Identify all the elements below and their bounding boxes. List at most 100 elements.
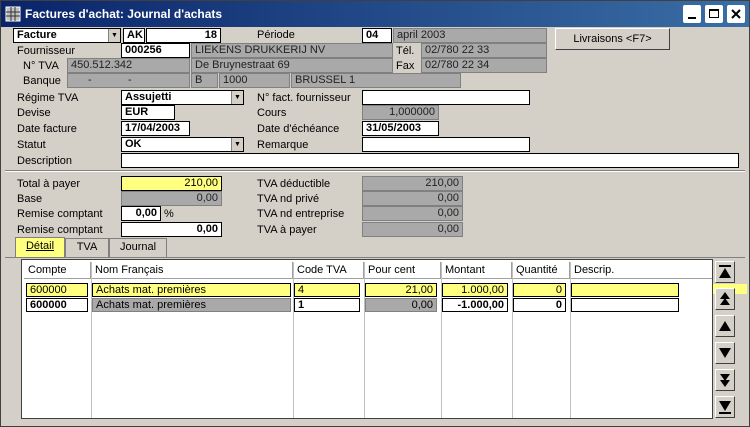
app-grid-icon bbox=[5, 6, 21, 22]
cell-compte[interactable]: 600000 bbox=[26, 298, 88, 312]
postcode-field: 1000 bbox=[219, 73, 290, 88]
cell-code-tva[interactable]: 1 bbox=[294, 298, 360, 312]
base-field: 0,00 bbox=[121, 191, 222, 206]
regime-tva-select[interactable]: Assujetti ▼ bbox=[121, 90, 244, 105]
banque-label: Banque bbox=[23, 75, 61, 87]
doc-type-select[interactable]: Facture ▼ bbox=[13, 28, 121, 43]
fax-label: Fax bbox=[396, 60, 415, 72]
cell-nom[interactable]: Achats mat. premières bbox=[92, 283, 291, 297]
column-header-code-tva[interactable]: Code TVA bbox=[293, 262, 364, 279]
remise-label: Remise comptant bbox=[17, 224, 103, 236]
separator bbox=[5, 170, 745, 172]
tab-tva-label: TVA bbox=[76, 241, 98, 253]
close-button[interactable] bbox=[727, 5, 745, 23]
title-bar: Factures d'achat: Journal d'achats bbox=[1, 1, 749, 27]
description-label: Description bbox=[17, 155, 73, 167]
remarque-field[interactable] bbox=[362, 137, 530, 152]
statut-label: Statut bbox=[17, 139, 46, 151]
fournisseur-label: Fournisseur bbox=[17, 45, 76, 57]
devise-field[interactable]: EUR bbox=[121, 105, 175, 120]
cell-descrip[interactable] bbox=[571, 283, 679, 297]
chevron-down-icon[interactable]: ▼ bbox=[108, 29, 120, 42]
cours-field: 1,000000 bbox=[362, 105, 439, 120]
cours-label: Cours bbox=[257, 107, 287, 119]
cell-montant[interactable]: 1.000,00 bbox=[442, 283, 508, 297]
tab-tva[interactable]: TVA bbox=[65, 238, 109, 257]
cell-quantite[interactable]: 0 bbox=[513, 283, 566, 297]
remise-pct-field[interactable]: 0,00 bbox=[121, 206, 161, 221]
remise-pct-label: Remise comptant bbox=[17, 208, 103, 220]
table-row[interactable]: 600000 Achats mat. premières 4 21,00 1.0… bbox=[24, 283, 712, 298]
tab-detail[interactable]: Détail bbox=[15, 237, 65, 258]
tab-detail-label: Détail bbox=[25, 240, 55, 252]
table-row[interactable]: 600000 Achats mat. premières 1 0,00 -1.0… bbox=[24, 298, 712, 313]
column-header-montant[interactable]: Montant bbox=[441, 262, 512, 279]
column-header-nom[interactable]: Nom Français bbox=[91, 262, 293, 279]
journal-code-field[interactable]: AK bbox=[123, 28, 145, 43]
scroll-page-up-button[interactable] bbox=[715, 288, 735, 310]
date-facture-label: Date facture bbox=[17, 123, 77, 135]
city-field: BRUSSEL 1 bbox=[291, 73, 461, 88]
description-field[interactable] bbox=[121, 153, 739, 168]
page-down-icon bbox=[720, 374, 730, 387]
tva-nd-prive-field: 0,00 bbox=[362, 191, 463, 206]
statut-value: OK bbox=[125, 138, 142, 150]
tva-nd-entreprise-field: 0,00 bbox=[362, 206, 463, 221]
tel-label: Tél. bbox=[396, 45, 415, 57]
remarque-label: Remarque bbox=[257, 139, 309, 151]
close-icon bbox=[731, 9, 741, 19]
maximize-icon bbox=[709, 9, 719, 18]
nfact-fournisseur-field[interactable] bbox=[362, 90, 530, 105]
minimize-button[interactable] bbox=[683, 5, 701, 23]
tab-journal-label: Journal bbox=[119, 241, 157, 253]
supplier-name-field: LIEKENS DRUKKERIJ NV bbox=[191, 43, 393, 58]
doc-number-field[interactable]: 18 bbox=[146, 28, 221, 43]
scroll-first-button[interactable] bbox=[715, 261, 735, 283]
column-header-descrip[interactable]: Descrip. bbox=[570, 262, 712, 279]
doc-type-value: Facture bbox=[17, 29, 57, 41]
tva-nd-prive-label: TVA nd privé bbox=[257, 193, 320, 205]
cell-descrip[interactable] bbox=[571, 298, 679, 312]
column-header-compte[interactable]: Compte bbox=[24, 262, 91, 279]
scroll-page-down-button[interactable] bbox=[715, 369, 735, 391]
date-facture-field[interactable]: 17/04/2003 bbox=[121, 121, 190, 136]
column-header-quantite[interactable]: Quantité bbox=[512, 262, 570, 279]
scroll-up-button[interactable] bbox=[715, 315, 735, 337]
supplier-code-field[interactable]: 000256 bbox=[121, 43, 190, 58]
cell-compte[interactable]: 600000 bbox=[26, 283, 88, 297]
minimize-icon bbox=[688, 17, 696, 19]
column-header-pour-cent[interactable]: Pour cent bbox=[364, 262, 441, 279]
tab-journal[interactable]: Journal bbox=[109, 238, 167, 257]
tab-baseline bbox=[5, 257, 745, 258]
cell-montant[interactable]: -1.000,00 bbox=[442, 298, 508, 312]
chevron-down-icon[interactable]: ▼ bbox=[231, 91, 243, 104]
scroll-down-button[interactable] bbox=[715, 342, 735, 364]
maximize-button[interactable] bbox=[705, 5, 723, 23]
cell-quantite[interactable]: 0 bbox=[513, 298, 566, 312]
livraisons-button[interactable]: Livraisons <F7> bbox=[555, 28, 670, 50]
remise-field[interactable]: 0,00 bbox=[121, 222, 222, 237]
scroll-last-button[interactable] bbox=[715, 396, 735, 418]
fax-field: 02/780 22 34 bbox=[421, 58, 547, 73]
cell-code-tva[interactable]: 4 bbox=[294, 283, 360, 297]
periode-number-field[interactable]: 04 bbox=[362, 28, 392, 43]
chevron-down-icon[interactable]: ▼ bbox=[231, 138, 243, 151]
purchase-invoice-window: Factures d'achat: Journal d'achats Factu… bbox=[0, 0, 750, 427]
regime-tva-label: Régime TVA bbox=[17, 92, 79, 104]
tva-deductible-label: TVA déductible bbox=[257, 178, 331, 190]
scroll-top-icon bbox=[719, 265, 731, 278]
tel-field: 02/780 22 33 bbox=[421, 43, 547, 58]
banque-part-b: - bbox=[128, 74, 132, 86]
statut-select[interactable]: OK ▼ bbox=[121, 137, 244, 152]
nfact-fournisseur-label: N° fact. fournisseur bbox=[257, 92, 351, 104]
tva-number-label: N° TVA bbox=[23, 60, 59, 72]
periode-label: Période bbox=[257, 29, 295, 41]
periode-text-field: april 2003 bbox=[393, 28, 547, 43]
banque-part-a: - bbox=[88, 74, 92, 86]
date-echeance-field[interactable]: 31/05/2003 bbox=[362, 121, 439, 136]
cell-pour-cent[interactable]: 21,00 bbox=[365, 283, 437, 297]
cell-nom: Achats mat. premières bbox=[92, 298, 291, 312]
percent-sign: % bbox=[164, 208, 174, 220]
window-title: Factures d'achat: Journal d'achats bbox=[25, 7, 223, 21]
date-echeance-label: Date d'échéance bbox=[257, 123, 340, 135]
